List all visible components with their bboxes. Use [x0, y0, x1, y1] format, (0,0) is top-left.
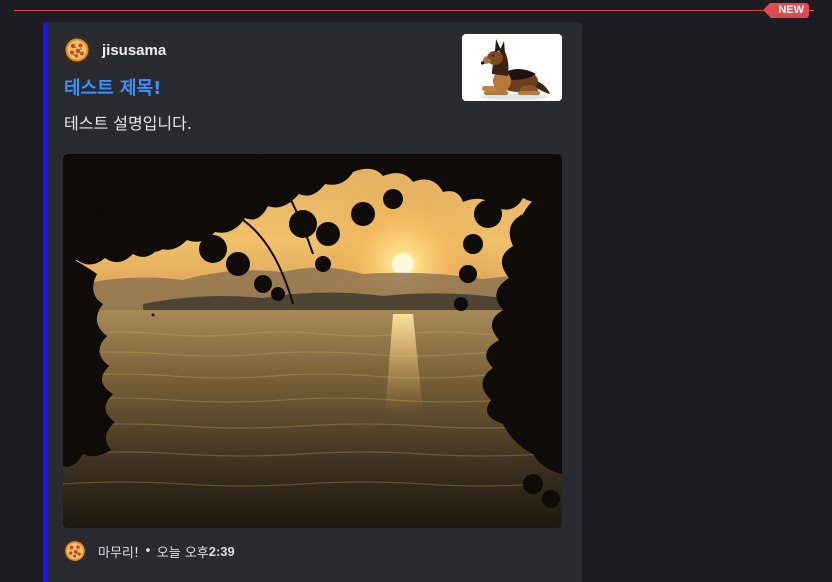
- embed-accent-bar: [43, 22, 48, 582]
- embed-title[interactable]: 테스트 제목!: [64, 74, 161, 100]
- embed-author-name: jisusama: [102, 41, 167, 59]
- embed-author: jisusama: [63, 35, 166, 65]
- message-viewport: NEW jisusama 테스트 제목! 테스트 설명입니다. 마무리! • 오…: [0, 0, 832, 582]
- embed-footer-text: 마무리!: [98, 545, 140, 561]
- sunset-lake-trees-image: [63, 154, 562, 528]
- embed-timestamp-time: 2:39: [208, 543, 235, 559]
- new-badge: NEW: [763, 3, 809, 18]
- embed-description: 테스트 설명입니다.: [64, 114, 192, 133]
- embed-footer: 마무리! • 오늘 오후 2:39: [63, 539, 235, 563]
- embed-card: jisusama 테스트 제목! 테스트 설명입니다. 마무리! • 오늘 오후…: [43, 22, 582, 582]
- footer-separator: •: [144, 543, 152, 559]
- divider-line: [14, 10, 814, 11]
- german-shepherd-dog-image: [462, 34, 562, 101]
- embed-thumbnail[interactable]: [462, 34, 562, 101]
- new-messages-divider: NEW: [0, 0, 832, 22]
- pizza-icon: [63, 539, 87, 563]
- embed-timestamp-day: 오늘 오후: [156, 545, 209, 561]
- embed-image[interactable]: [63, 154, 562, 528]
- pizza-icon: [63, 36, 91, 64]
